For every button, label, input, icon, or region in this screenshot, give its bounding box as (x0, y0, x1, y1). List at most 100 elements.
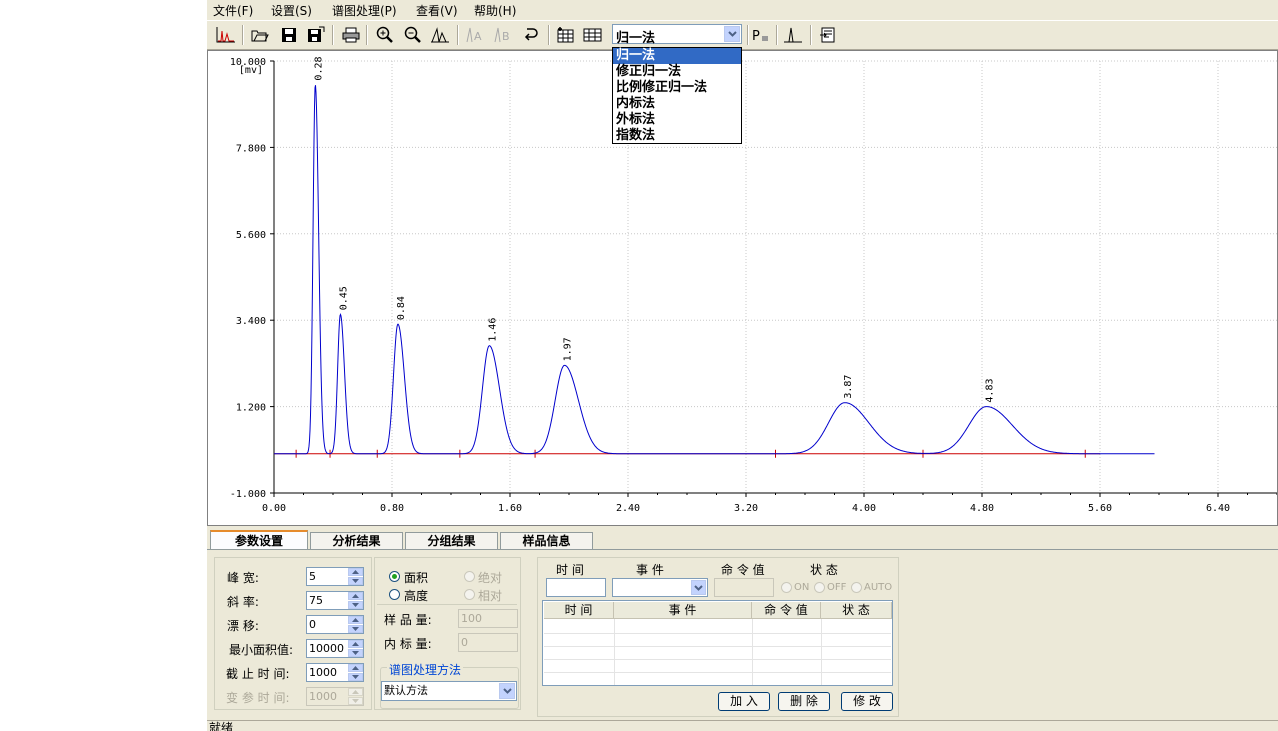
svg-text:P: P (752, 29, 760, 44)
menu-chromatogram-processing[interactable]: 谱图处理(P) (332, 2, 397, 19)
istd-amount-field[interactable]: 0 (458, 633, 518, 652)
y-axis-unit-label: [mv] (239, 65, 263, 76)
peak-label: 0.45 (338, 286, 349, 310)
spin-down-icon[interactable] (348, 649, 363, 657)
status-on-label: ON (794, 582, 810, 593)
area-radio[interactable] (389, 571, 400, 582)
app-window: 文件(F) 设置(S) 谱图处理(P) 查看(V) 帮助(H) A B 归一法 … (207, 0, 1278, 731)
delete-event-button[interactable]: 删 除 (778, 692, 830, 711)
processing-method-select[interactable]: 默认方法 (381, 681, 517, 701)
table-icon[interactable] (582, 24, 604, 46)
calculation-method-value: 归一法 (616, 31, 656, 46)
peak-label: 4.83 (984, 379, 995, 403)
bottom-tabs: 参数设置 分析结果 分组结果 样品信息 (207, 530, 1278, 550)
peak-width-stepper[interactable]: 5 (306, 567, 364, 586)
p-icon[interactable]: P (749, 24, 771, 46)
spin-down-icon[interactable] (348, 673, 363, 681)
peak-icon[interactable] (429, 24, 451, 46)
event-type-select[interactable] (612, 578, 708, 597)
tab-parameter-settings[interactable]: 参数设置 (210, 530, 308, 550)
tab-group-results[interactable]: 分组结果 (405, 532, 498, 549)
events-table-header-status[interactable]: 状 态 (821, 602, 892, 619)
height-radio[interactable] (389, 589, 400, 600)
spin-up-icon[interactable] (348, 640, 363, 648)
modify-event-button[interactable]: 修 改 (841, 692, 893, 711)
events-table-header-command[interactable]: 命 令 值 (752, 602, 821, 619)
sample-amount-field[interactable]: 100 (458, 609, 518, 628)
drift-stepper[interactable]: 0 (306, 615, 364, 634)
chromatogram-icon[interactable] (215, 24, 237, 46)
open-folder-icon[interactable] (249, 24, 271, 46)
chevron-down-icon[interactable] (724, 26, 740, 42)
zoom-in-icon[interactable] (374, 24, 396, 46)
events-table-header-time[interactable]: 时 间 (544, 602, 614, 619)
tab-sample-info[interactable]: 样品信息 (500, 532, 593, 549)
calculation-group: 面积 高度 绝对 相对 样 品 量: 100 内 标 量: 0 谱图处理方法 默… (374, 557, 521, 710)
menu-settings[interactable]: 设置(S) (271, 2, 312, 19)
peak-single-icon[interactable] (782, 24, 804, 46)
method-option-corrected-normalization[interactable]: 修正归一法 (613, 64, 741, 80)
spin-up-icon[interactable] (348, 616, 363, 624)
toolbar: A B 归一法 P (207, 20, 1278, 50)
stop-time-stepper[interactable]: 1000 (306, 663, 364, 682)
events-table[interactable]: 时 间 事 件 命 令 值 状 态 (542, 600, 893, 686)
event-command-input[interactable] (714, 578, 774, 597)
menu-view[interactable]: 查看(V) (416, 2, 458, 19)
x-tick-label: 6.40 (1206, 503, 1230, 514)
spin-down-icon[interactable] (348, 625, 363, 633)
svg-text:B: B (502, 30, 510, 43)
zoom-out-icon[interactable] (402, 24, 424, 46)
undo-icon[interactable] (520, 24, 542, 46)
method-option-index[interactable]: 指数法 (613, 128, 741, 144)
label-b-icon[interactable]: B (492, 24, 514, 46)
spin-up-icon[interactable] (348, 568, 363, 576)
chromatogram-chart[interactable]: 0.00 0.80 1.60 2.40 3.20 4.00 4.80 5.60 6.40 10.0… (207, 50, 1278, 526)
tab-analysis-results[interactable]: 分析结果 (310, 532, 403, 549)
chevron-down-icon[interactable] (499, 683, 515, 699)
save-icon[interactable] (278, 24, 300, 46)
label-a-icon[interactable]: A (464, 24, 486, 46)
relative-radio[interactable] (464, 589, 475, 600)
x-tick-label: 4.80 (970, 503, 994, 514)
x-tick-label: 1.60 (498, 503, 522, 514)
save-as-icon[interactable] (305, 24, 327, 46)
spin-up-icon[interactable] (348, 592, 363, 600)
clipboard-table-icon[interactable] (555, 24, 577, 46)
method-option-proportional-corrected-normalization[interactable]: 比例修正归一法 (613, 80, 741, 96)
spin-up-icon[interactable] (348, 664, 363, 672)
min-area-label: 最小面积值: (229, 643, 294, 657)
status-auto-radio[interactable] (851, 582, 862, 593)
peak-label: 3.87 (843, 375, 854, 399)
slope-stepper[interactable]: 75 (306, 591, 364, 610)
min-area-stepper[interactable]: 10000 (306, 639, 364, 658)
absolute-radio[interactable] (464, 571, 475, 582)
events-table-header-event[interactable]: 事 件 (614, 602, 752, 619)
x-tick-label: 0.00 (262, 503, 286, 514)
spin-down-icon[interactable] (348, 577, 363, 585)
print-icon[interactable] (340, 24, 362, 46)
x-tick-label: 3.20 (734, 503, 758, 514)
peak-label: 1.97 (563, 337, 574, 361)
status-on-radio[interactable] (781, 582, 792, 593)
menu-help[interactable]: 帮助(H) (474, 2, 516, 19)
spin-down-icon[interactable] (348, 601, 363, 609)
y-tick-label: 1.200 (236, 403, 266, 414)
chevron-down-icon[interactable] (691, 580, 706, 595)
spin-up-icon (348, 688, 363, 696)
variable-time-stepper[interactable]: 1000 (306, 687, 364, 706)
export-icon[interactable] (817, 24, 839, 46)
calculation-method-select[interactable]: 归一法 (612, 24, 742, 46)
y-tick-label: 7.800 (236, 143, 266, 154)
method-option-external-standard[interactable]: 外标法 (613, 112, 741, 128)
divider (377, 604, 517, 605)
chromatogram-svg: 0.00 0.80 1.60 2.40 3.20 4.00 4.80 5.60 6.4010.0… (230, 56, 1277, 514)
add-event-button[interactable]: 加 入 (718, 692, 770, 711)
variable-time-label: 变 参 时 间: (226, 691, 290, 705)
method-option-internal-standard[interactable]: 内标法 (613, 96, 741, 112)
menu-file[interactable]: 文件(F) (213, 2, 253, 19)
height-label: 高度 (404, 589, 429, 603)
peak-width-value: 5 (309, 570, 316, 583)
method-option-normalization[interactable]: 归一法 (613, 48, 741, 64)
status-off-radio[interactable] (814, 582, 825, 593)
event-time-input[interactable] (546, 578, 606, 597)
